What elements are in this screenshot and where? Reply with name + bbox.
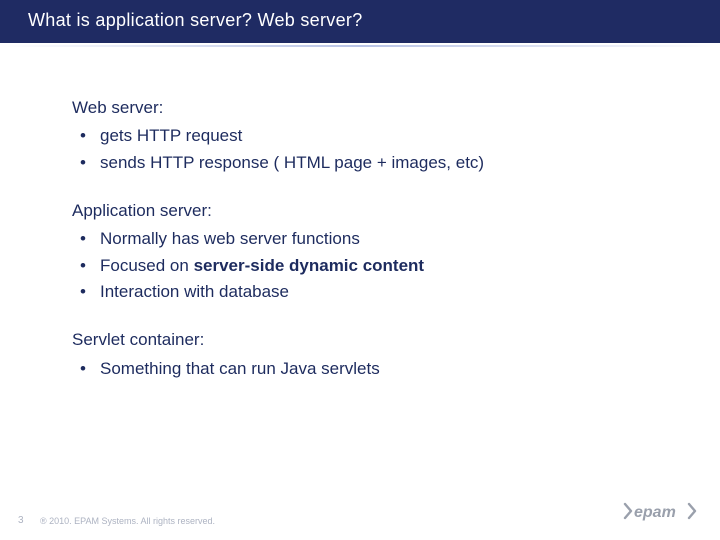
slide-title: What is application server? Web server? <box>28 10 363 30</box>
list-item: Something that can run Java servlets <box>94 356 680 382</box>
page-number: 3 <box>18 515 24 526</box>
bullet-text-strong: server-side dynamic content <box>194 256 425 275</box>
bullet-list-servlet-container: Something that can run Java servlets <box>72 356 680 382</box>
section-label-application-server: Application server: <box>72 198 680 224</box>
bullet-list-application-server: Normally has web server functions Focuse… <box>72 226 680 305</box>
list-item: Focused on server-side dynamic content <box>94 253 680 279</box>
bullet-list-web-server: gets HTTP request sends HTTP response ( … <box>72 123 680 176</box>
epam-logo-icon: epam <box>622 497 698 525</box>
list-item: sends HTTP response ( HTML page + images… <box>94 150 680 176</box>
slide: What is application server? Web server? … <box>0 0 720 540</box>
section-label-servlet-container: Servlet container: <box>72 327 680 353</box>
bullet-text: sends HTTP response ( HTML page + images… <box>100 153 484 172</box>
bullet-text: Something that can run Java servlets <box>100 359 380 378</box>
bullet-text-prefix: Focused on <box>100 256 194 275</box>
bullet-text: Normally has web server functions <box>100 229 360 248</box>
section-label-web-server: Web server: <box>72 95 680 121</box>
epam-logo: epam <box>622 497 698 530</box>
bullet-text: Interaction with database <box>100 282 289 301</box>
list-item: Interaction with database <box>94 279 680 305</box>
logo-text: epam <box>634 504 676 521</box>
bullet-text: gets HTTP request <box>100 126 242 145</box>
title-bar: What is application server? Web server? <box>0 0 720 43</box>
list-item: gets HTTP request <box>94 123 680 149</box>
copyright-text: ® 2010. EPAM Systems. All rights reserve… <box>40 516 215 526</box>
footer: 3 ® 2010. EPAM Systems. All rights reser… <box>0 500 720 530</box>
slide-body: Web server: gets HTTP request sends HTTP… <box>0 47 720 382</box>
list-item: Normally has web server functions <box>94 226 680 252</box>
